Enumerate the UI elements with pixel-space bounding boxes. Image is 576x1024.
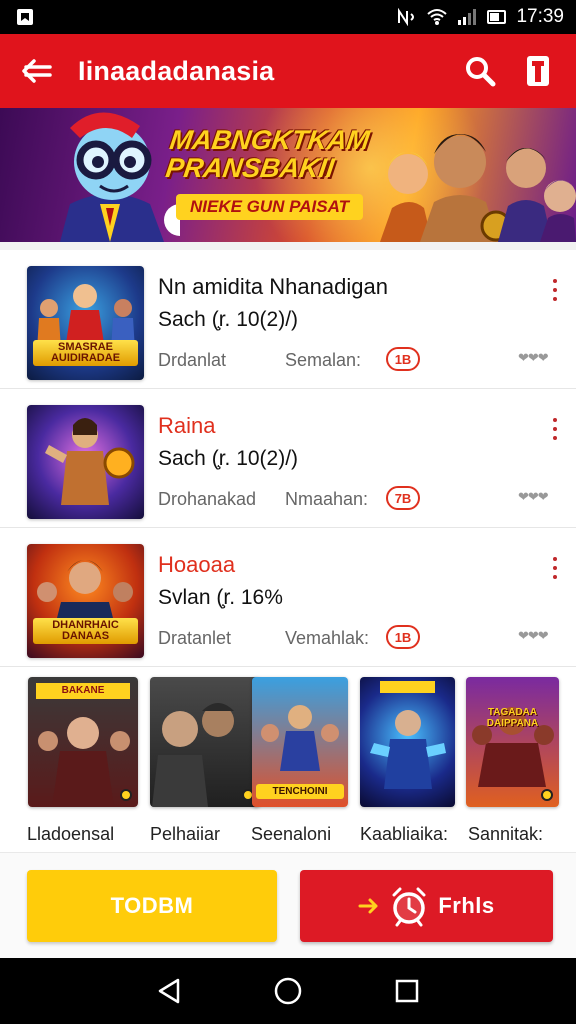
search-icon — [466, 57, 496, 87]
search-button[interactable] — [460, 51, 500, 91]
status-bar: 17:39 — [0, 0, 576, 34]
list-item-subtitle: Sach (̧r. 10(2)/) — [158, 308, 299, 331]
dot-icon — [553, 297, 557, 301]
likes-icon[interactable]: ❤❤❤ — [518, 350, 549, 366]
card-caption: TAGADAA DAIPPANA — [486, 707, 539, 729]
banner-ribbon: NIEKE GUN PAISAT — [176, 194, 363, 220]
more-options-button[interactable] — [547, 415, 563, 443]
list-item[interactable]: SMASRAE AUIDIRADAE Nn amidita Nhanadigan… — [0, 250, 576, 389]
back-button[interactable] — [18, 53, 54, 89]
back-arrow-icon — [22, 59, 52, 83]
primary-button[interactable]: TODBM — [27, 870, 277, 942]
card-caption: BAKANE — [61, 685, 105, 696]
nav-back-button[interactable] — [149, 971, 189, 1011]
list-item-title: Raina — [158, 413, 216, 438]
menu-button[interactable] — [518, 51, 558, 91]
dot-icon — [553, 566, 557, 570]
more-options-button[interactable] — [547, 276, 563, 304]
app-notification-icon — [17, 9, 33, 25]
dot-icon — [553, 288, 557, 292]
list-item-thumbnail[interactable] — [27, 405, 144, 519]
circle-home-icon — [274, 977, 302, 1005]
app-bar: Iinaadadanasia — [0, 34, 576, 108]
wifi-icon — [427, 9, 448, 25]
likes-icon[interactable]: ❤❤❤ — [518, 489, 549, 505]
banner-title-line1: MABNGKTKAM — [167, 125, 372, 155]
triangle-back-icon — [159, 978, 180, 1004]
list-item-meta-secondary: Semalan: — [285, 350, 362, 370]
nav-recents-button[interactable] — [387, 971, 427, 1011]
strip-card[interactable]: TENCHOINI — [252, 677, 348, 807]
card-caption: TENCHOINI — [256, 784, 344, 799]
promo-banner[interactable]: MABNGKTKAM PRANSBAKII NIEKE GUN PAISAT — [0, 108, 576, 242]
dot-icon — [553, 418, 557, 422]
strip-card[interactable] — [360, 677, 455, 807]
banner-title: MABNGKTKAM PRANSBAKII — [163, 125, 412, 183]
hero-group-illustration — [380, 134, 576, 242]
menu-icon — [527, 56, 549, 86]
strip-label: Sannitak: — [468, 824, 544, 844]
status-right: 17:39 — [396, 6, 564, 28]
status-badge: 7B — [386, 486, 420, 510]
status-badge: 1B — [386, 347, 420, 371]
card-art — [370, 681, 446, 789]
battery-icon — [487, 10, 507, 24]
list-item-thumbnail[interactable]: DHANRHAIC DANAAS — [27, 544, 144, 658]
dot-icon — [553, 575, 557, 579]
signal-icon — [458, 9, 477, 25]
list-item-subtitle: Svlan (̧r. 16% — [158, 586, 283, 609]
arrow-right-icon — [358, 898, 378, 914]
card-art — [152, 703, 234, 807]
list-spacer — [0, 242, 576, 250]
page-title: Iinaadadanasia — [78, 55, 275, 86]
strip-card[interactable]: TAGADAA DAIPPANA — [466, 677, 559, 807]
list-item-thumbnail[interactable]: SMASRAE AUIDIRADAE — [27, 266, 144, 380]
list-item-title: Nn amidita Nhanadigan — [158, 274, 388, 299]
hero-mascot-illustration — [60, 112, 180, 242]
list-item-title: Hoaoaa — [158, 552, 236, 577]
nfc-icon — [398, 8, 415, 26]
nav-home-button[interactable] — [268, 971, 308, 1011]
list-item-meta-secondary: Nmaahan: — [285, 489, 369, 509]
strip-label: Seenaloni — [251, 824, 332, 844]
secondary-button[interactable]: Frhls — [300, 870, 553, 942]
strip-label: Lladoensal — [27, 824, 115, 844]
list-item-meta-secondary: Vemahlak: — [285, 628, 370, 648]
thumbnail-strip: BAKANE Lladoensal Pelhaiiar TENCHOINI Se… — [0, 677, 576, 852]
list-item-meta: Drohanakad — [158, 489, 257, 509]
card-badge-icon — [541, 789, 553, 801]
banner-title-line2: PRANSBAKII — [163, 153, 337, 183]
secondary-button-label: Frhls — [438, 893, 495, 918]
list-item[interactable]: Raina Sach (̧r. 10(2)/) Drohanakad Nmaah… — [0, 389, 576, 528]
thumbnail-caption: SMASRAE AUIDIRADAE — [33, 340, 138, 366]
alarm-clock-icon — [392, 887, 426, 927]
strip-card[interactable] — [150, 677, 260, 807]
square-recents-icon — [395, 979, 418, 1003]
more-options-button[interactable] — [547, 554, 563, 582]
content-list: SMASRAE AUIDIRADAE Nn amidita Nhanadigan… — [0, 242, 576, 667]
bottom-action-bar: TODBM Frhls — [0, 852, 576, 958]
strip-label: Kaabliaika: — [360, 824, 449, 844]
system-nav-bar — [0, 958, 576, 1024]
status-time: 17:39 — [516, 6, 564, 27]
dot-icon — [553, 427, 557, 431]
list-item[interactable]: DHANRHAIC DANAAS Hoaoaa Svlan (̧r. 16% D… — [0, 528, 576, 667]
card-art — [472, 707, 554, 787]
list-item-subtitle: Sach (̧r. 10(2)/) — [158, 447, 299, 470]
card-badge-icon — [120, 789, 132, 801]
card-art — [36, 683, 130, 807]
status-badge: 1B — [386, 625, 420, 649]
list-item-meta: Drdanlat — [158, 350, 227, 370]
thumbnail-caption: DHANRHAIC DANAAS — [33, 618, 138, 644]
strip-card[interactable]: BAKANE — [28, 677, 138, 807]
status-left — [16, 8, 34, 26]
thumbnail-art — [45, 418, 135, 505]
strip-label: Pelhaiiar — [150, 824, 221, 844]
list-item-meta: Dratanlet — [158, 628, 232, 648]
likes-icon[interactable]: ❤❤❤ — [518, 628, 549, 644]
dot-icon — [553, 436, 557, 440]
dot-icon — [553, 557, 557, 561]
dot-icon — [553, 279, 557, 283]
